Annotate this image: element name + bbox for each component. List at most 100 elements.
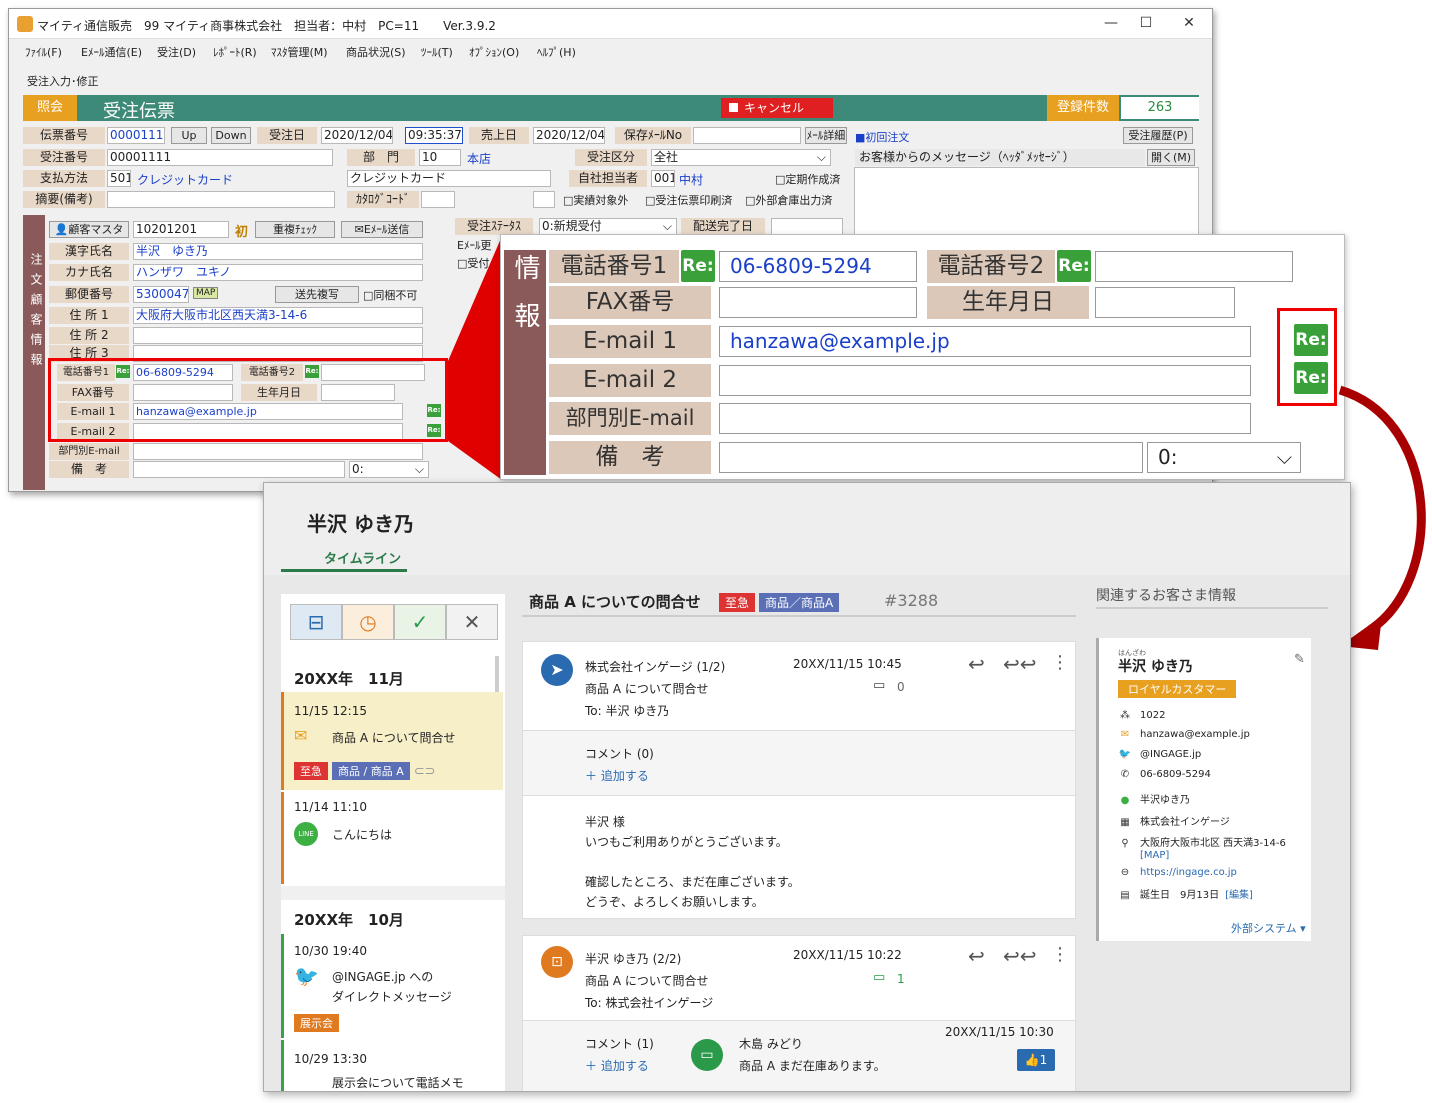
edit-birthday-link[interactable]: [編集]	[1225, 890, 1253, 901]
order-type-select[interactable]: 全社 ⌵	[651, 149, 831, 166]
up-button[interactable]: Up	[171, 127, 207, 144]
customer-master-button[interactable]: 👤顧客マスタ	[49, 221, 129, 238]
item-tags: 展示会	[294, 1012, 343, 1032]
mail-detail-button[interactable]: ﾒｰﾙ詳細	[805, 127, 847, 144]
menu-tools[interactable]: ﾂｰﾙ(T)	[421, 44, 453, 60]
zoom-tel2-field[interactable]	[1095, 251, 1293, 282]
map-button[interactable]: MAP	[193, 287, 219, 299]
zoom-fax-field[interactable]	[719, 287, 917, 318]
sales-date-field[interactable]: 2020/12/04	[533, 127, 605, 144]
reply-all-icon[interactable]: ↩↩	[1003, 944, 1037, 968]
more-icon[interactable]: ⋮	[1051, 944, 1069, 965]
timeline-item[interactable]: 10/30 19:40 🐦 @INGAGE.jp への ダイレクトメッセージ 展…	[281, 934, 503, 1038]
menu-order[interactable]: 受注(D)	[157, 44, 196, 60]
timeline-item[interactable]: 10/29 13:30 展示会について電話メモ	[281, 1040, 503, 1091]
staff-label: 自社担当者	[569, 170, 647, 187]
more-icon[interactable]: ⋮	[1051, 652, 1069, 673]
zoom-email1-field[interactable]: hanzawa@example.jp	[719, 326, 1251, 357]
pending-filter-button[interactable]: ◷	[342, 604, 394, 640]
menu-options[interactable]: ｵﾌﾟｼｮﾝ(O)	[469, 44, 519, 60]
menu-email[interactable]: Eﾒｰﾙ通信(E)	[81, 44, 142, 60]
send-email-button[interactable]: ✉Eﾒｰﾙ送信	[341, 221, 423, 238]
periodic-checkbox[interactable]: □定期作成済	[775, 171, 840, 187]
menu-help[interactable]: ﾍﾙﾌﾟ(H)	[537, 44, 576, 60]
reply-all-icon[interactable]: ↩↩	[1003, 652, 1037, 676]
address2-field[interactable]	[133, 327, 423, 344]
done-filter-button[interactable]: ✓	[394, 604, 446, 640]
order-time-field[interactable]: 09:35:37	[405, 127, 463, 144]
duplicate-check-button[interactable]: 重複ﾁｪｯｸ	[255, 221, 335, 238]
saved-mail-no-field[interactable]	[693, 127, 801, 144]
memo-label: 摘要(備考)	[23, 191, 105, 208]
menu-master[interactable]: ﾏｽﾀ管理(M)	[271, 44, 328, 60]
catalog-code-field[interactable]	[421, 191, 455, 208]
comment-text: 商品 A まだ在庫あります。	[739, 1059, 886, 1073]
divider	[1096, 607, 1328, 609]
staff-code-field[interactable]: 001	[651, 170, 675, 187]
map-link[interactable]: [MAP]	[1140, 850, 1169, 861]
zoom-birthday-field[interactable]	[1095, 287, 1235, 318]
open-message-button[interactable]: 開く(M)	[1147, 149, 1195, 166]
zoom-note-field[interactable]	[719, 442, 1143, 473]
dept-code-field[interactable]: 10	[419, 149, 461, 166]
kana-field[interactable]: ハンザワ ユキノ	[133, 264, 423, 281]
status-select[interactable]: 0:新規受付 ⌵	[539, 218, 677, 235]
address1-field[interactable]: 大阪府大阪市北区西天満3-14-6	[133, 307, 423, 324]
zoom-tel1-reply-button[interactable]: Re:	[681, 250, 715, 282]
name-field[interactable]: 半沢 ゆき乃	[133, 243, 423, 260]
zoom-tel2-reply-button[interactable]: Re:	[1057, 250, 1091, 282]
inbox-icon: ⊟	[307, 610, 325, 634]
payment-name-field[interactable]: クレジットカード	[347, 170, 551, 187]
customer-no-field[interactable]: 10201201	[133, 221, 229, 238]
order-history-button[interactable]: 受注履歴(P)	[1123, 127, 1193, 144]
close-icon: ✕	[463, 610, 481, 634]
timeline-item[interactable]: 11/14 11:10 LINE こんにちは	[281, 792, 503, 884]
payment-code-field[interactable]: 501	[107, 170, 131, 187]
warehouse-checkbox[interactable]: □外部倉庫出力済	[745, 192, 832, 208]
note-field[interactable]	[133, 461, 345, 478]
menu-report[interactable]: ﾚﾎﾟｰﾄ(R)	[213, 44, 257, 60]
message-to: To: 半沢 ゆき乃	[585, 704, 670, 718]
tab-timeline[interactable]: タイムライン	[324, 548, 401, 567]
dept-email-field[interactable]	[133, 443, 423, 460]
closed-filter-button[interactable]: ✕	[446, 604, 498, 640]
customer-line: ● 半沢ゆき乃	[1118, 791, 1190, 806]
add-comment-button[interactable]: ＋ 追加する	[585, 767, 649, 784]
inbox-filter-button[interactable]: ⊟	[290, 604, 342, 640]
like-button[interactable]: 👍1	[1017, 1049, 1055, 1071]
no-bundle-checkbox[interactable]: □同梱不可	[363, 287, 417, 303]
timeline-item[interactable]: 11/15 12:15 ✉ 商品 A について問合せ 至急 商品 / 商品 A ⊂⊃	[281, 692, 503, 790]
slip-no-field[interactable]: 00001111	[107, 127, 165, 144]
down-button[interactable]: Down	[211, 127, 251, 144]
zoom-tel1-field[interactable]: 06-6809-5294	[719, 251, 917, 282]
zoom-email2-field[interactable]	[719, 365, 1251, 396]
minimize-button[interactable]: —	[1099, 13, 1123, 33]
zoom-note-select[interactable]: 0: ⌵	[1147, 442, 1301, 473]
order-date-field[interactable]: 2020/12/04	[321, 127, 393, 144]
add-comment-button[interactable]: ＋ 追加する	[585, 1057, 649, 1074]
menu-stock[interactable]: 商品状況(S)	[346, 44, 406, 60]
edit-icon[interactable]: ✎	[1294, 652, 1305, 667]
url-value[interactable]: https://ingage.co.jp	[1140, 867, 1237, 878]
exclude-checkbox[interactable]: □実績対象外	[563, 192, 628, 208]
note-select[interactable]: 0: ⌵	[349, 461, 429, 478]
customer-message-area[interactable]	[854, 167, 1199, 239]
memo-field[interactable]	[107, 191, 335, 208]
delivery-done-field[interactable]	[771, 218, 843, 235]
zoom-dept-email-field[interactable]	[719, 403, 1251, 434]
order-no-field[interactable]: 00001111	[107, 149, 333, 166]
cancel-checkbox[interactable]: キャンセル	[721, 98, 833, 118]
maximize-button[interactable]: ☐	[1134, 13, 1158, 33]
reply-icon[interactable]: ↩	[968, 652, 985, 676]
customer-email: ✉ hanzawa@example.jp	[1118, 729, 1250, 740]
menu-file[interactable]: ﾌｧｲﾙ(F)	[25, 44, 62, 60]
phone-icon: ✆	[1120, 769, 1130, 780]
external-system-link[interactable]: 外部システム ▾	[1231, 920, 1306, 936]
zip-field[interactable]: 5300047	[133, 286, 189, 303]
printed-checkbox[interactable]: □受注伝票印刷済	[645, 192, 732, 208]
copy-destination-button[interactable]: 送先複写	[275, 286, 359, 303]
reply-icon[interactable]: ↩	[968, 944, 985, 968]
dept-email-label: 部門別E-mail	[49, 443, 129, 460]
close-button[interactable]: ✕	[1177, 13, 1201, 33]
catalog-extra-field[interactable]	[533, 191, 555, 208]
